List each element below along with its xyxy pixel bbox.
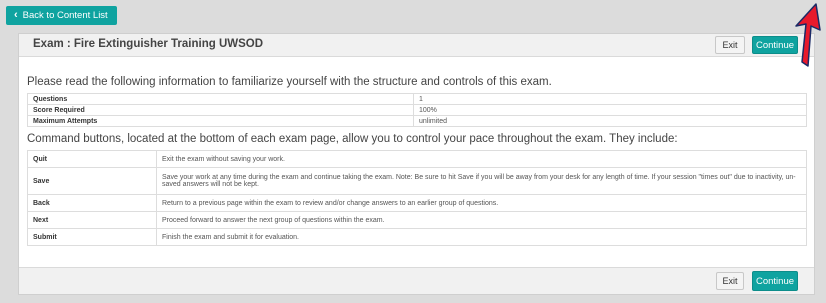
table-row: Submit Finish the exam and submit it for… [27, 228, 807, 246]
red-arrow-pointer-icon [795, 3, 821, 67]
commands-intro-text: Command buttons, located at the bottom o… [27, 133, 678, 145]
info-value: 100% [413, 104, 807, 116]
table-row: Maximum Attempts unlimited [27, 115, 807, 127]
info-value: 1 [413, 93, 807, 105]
command-description: Save your work at any time during the ex… [156, 167, 807, 195]
table-row: Save Save your work at any time during t… [27, 167, 807, 195]
back-to-content-list-button[interactable]: ‹ Back to Content List [6, 6, 117, 25]
info-value: unlimited [413, 115, 807, 127]
exam-info-table: Questions 1 Score Required 100% Maximum … [27, 93, 807, 127]
command-name: Quit [27, 150, 157, 168]
command-description: Finish the exam and submit it for evalua… [156, 228, 807, 246]
info-label: Score Required [27, 104, 414, 116]
command-name: Save [27, 167, 157, 195]
footer-continue-button[interactable]: Continue [752, 271, 798, 291]
command-description: Return to a previous page within the exa… [156, 194, 807, 212]
footer-exit-button[interactable]: Exit [716, 272, 744, 290]
info-label: Questions [27, 93, 414, 105]
command-description: Exit the exam without saving your work. [156, 150, 807, 168]
intro-text: Please read the following information to… [27, 76, 552, 88]
commands-table: Quit Exit the exam without saving your w… [27, 150, 807, 246]
back-button-label: Back to Content List [22, 10, 108, 21]
exam-content: Please read the following information to… [27, 76, 807, 246]
command-name: Submit [27, 228, 157, 246]
chevron-left-icon: ‹ [14, 9, 18, 21]
table-row: Score Required 100% [27, 104, 807, 116]
table-row: Questions 1 [27, 93, 807, 105]
table-row: Back Return to a previous page within th… [27, 194, 807, 212]
table-row: Quit Exit the exam without saving your w… [27, 150, 807, 168]
table-row: Next Proceed forward to answer the next … [27, 211, 807, 229]
panel-header: Exam : Fire Extinguisher Training UWSOD … [19, 34, 814, 57]
command-name: Next [27, 211, 157, 229]
page-title: Exam : Fire Extinguisher Training UWSOD [33, 38, 264, 50]
command-name: Back [27, 194, 157, 212]
exit-button[interactable]: Exit [715, 36, 745, 54]
panel-footer: Exit Continue [19, 267, 814, 294]
exam-panel: Exam : Fire Extinguisher Training UWSOD … [18, 33, 815, 295]
info-label: Maximum Attempts [27, 115, 414, 127]
command-description: Proceed forward to answer the next group… [156, 211, 807, 229]
